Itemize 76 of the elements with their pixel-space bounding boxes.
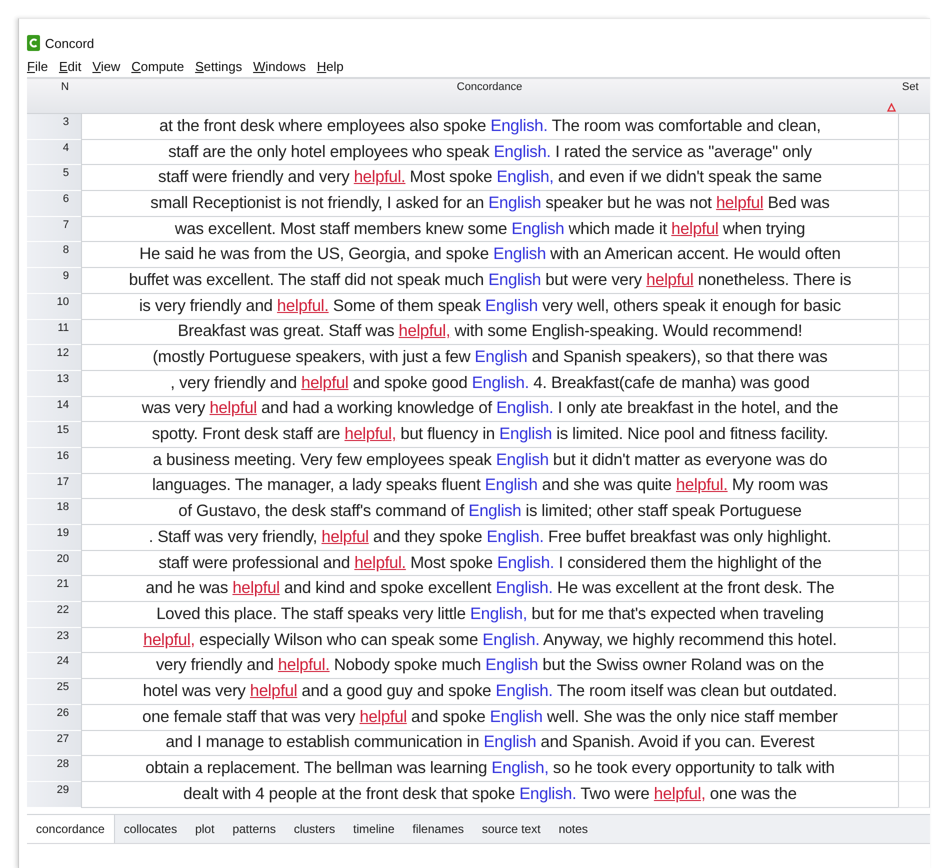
concordance-line: obtain a replacement. The bellman was learning English, so he took every opportunity to talk with bbox=[145, 759, 835, 778]
concordance-line: at the front desk where employees also spoke English. The room was comfortable and clean, bbox=[159, 116, 821, 136]
concordance-line: of Gustavo, the desk staff's command of English is limited; other staff speak Portuguese bbox=[178, 502, 802, 522]
concordance-line: one female staff that was very helpful and spoke English well. She was the only nice staff member bbox=[142, 708, 838, 727]
concordance-line: very friendly and helpful. Nobody spoke much English but the Swiss owner Roland was on the bbox=[156, 656, 824, 676]
menu-item[interactable]: View bbox=[92, 59, 120, 74]
menu-item[interactable]: Edit bbox=[58, 59, 82, 74]
concordance-line: and I manage to establish communication in English and Spanish. Avoid if you can. Everest bbox=[166, 733, 814, 752]
row-number: 23 bbox=[27, 628, 81, 654]
tab[interactable]: plot bbox=[186, 814, 224, 843]
concordance-line: helpful, especially Wilson who can speak some English. Anyway, we highly recommend this hotel. bbox=[143, 630, 837, 650]
window-title: Concord bbox=[45, 36, 94, 50]
row-number: 7 bbox=[27, 216, 81, 242]
sort-triangle-icon bbox=[887, 103, 896, 112]
tab[interactable]: clusters bbox=[284, 814, 344, 843]
row-number: 9 bbox=[27, 268, 81, 294]
concordance-line: . Staff was very friendly, helpful and they spoke English. Free buffet breakfast was only highlight. bbox=[148, 528, 832, 547]
concordance-line: is very friendly and helpful. Some of them speak English very well, others speak it enough for basic bbox=[139, 296, 841, 316]
concordance-line: was very helpful and had a working knowledge of English. I only ate breakfast in the hotel, and the bbox=[142, 399, 838, 418]
row-number: 21 bbox=[27, 576, 81, 602]
concordance-line: hotel was very helpful and a good guy and spoke English. The room itself was clean but outdated. bbox=[142, 682, 838, 701]
row-number: 3 bbox=[27, 114, 81, 140]
concordance-line: staff are the only hotel employees who speak English. I rated the service as "average" only bbox=[168, 142, 812, 162]
row-number: 4 bbox=[27, 140, 81, 166]
column-header[interactable]: Set bbox=[898, 79, 930, 113]
concordance-line: Loved this place. The staff speaks very little English, but for me that's expected when traveling bbox=[156, 604, 824, 624]
row-number: 16 bbox=[27, 448, 81, 474]
concordance-line: staff were friendly and very helpful. Most spoke English, and even if we didn't speak the same bbox=[158, 168, 822, 188]
row-number: 13 bbox=[27, 370, 81, 397]
row-number: 8 bbox=[27, 242, 81, 268]
tab[interactable]: patterns bbox=[223, 814, 285, 843]
row-number: 11 bbox=[27, 320, 81, 346]
row-number: 25 bbox=[27, 679, 81, 705]
concordance-line: and he was helpful and kind and spoke excellent English. He was excellent at the front desk. The bbox=[146, 579, 834, 598]
row-number: 20 bbox=[27, 550, 81, 576]
row-number: 18 bbox=[27, 499, 81, 525]
tab[interactable]: concordance bbox=[27, 814, 115, 843]
concordance-line: staff were professional and helpful. Most spoke English. I considered them the highlight of the bbox=[158, 554, 822, 573]
concordance-line: dealt with 4 people at the front desk that spoke English. Two were helpful, one was the bbox=[183, 784, 797, 804]
concordance-line: spotty. Front desk staff are helpful, but fluency in English is limited. Nice pool and fitness facility. bbox=[152, 425, 828, 444]
row-number: 29 bbox=[27, 782, 81, 808]
app-icon bbox=[27, 35, 40, 51]
row-number: 19 bbox=[27, 525, 81, 551]
concordance-line: buffet was excellent. The staff did not speak much English but were very helpful nonetheless. There is bbox=[128, 270, 852, 290]
concordance-line: was excellent. Most staff members knew some English which made it helpful when trying bbox=[174, 220, 806, 239]
column-header[interactable]: N bbox=[27, 79, 81, 113]
column-header[interactable]: Concordance bbox=[456, 81, 522, 93]
row-number: 15 bbox=[27, 422, 81, 448]
concordance-line: a business meeting. Very few employees speak English but it didn't matter as everyone was do bbox=[152, 450, 828, 470]
menu-item[interactable]: File bbox=[27, 59, 48, 74]
row-number: 5 bbox=[27, 165, 81, 192]
concordance-line: languages. The manager, a lady speaks fluent English and she was quite helpful. My room was bbox=[152, 476, 828, 496]
row-number: 12 bbox=[27, 345, 81, 371]
row-number: 27 bbox=[27, 730, 81, 756]
menu-item[interactable]: Windows bbox=[253, 59, 306, 74]
row-number: 6 bbox=[27, 191, 81, 217]
row-number: 22 bbox=[27, 602, 81, 628]
tab[interactable]: source text bbox=[472, 814, 550, 843]
row-number: 17 bbox=[27, 474, 81, 500]
row-number: 28 bbox=[27, 756, 81, 782]
tab[interactable]: notes bbox=[550, 814, 597, 843]
menu-item[interactable]: Settings bbox=[195, 59, 242, 74]
row-number: 24 bbox=[27, 653, 81, 680]
tab[interactable]: filenames bbox=[404, 814, 473, 843]
row-number: 14 bbox=[27, 396, 81, 422]
menu-item[interactable]: Compute bbox=[131, 59, 184, 74]
concordance-line: small Receptionist is not friendly, I asked for an English speaker but he was not helpful Bed was bbox=[150, 194, 830, 213]
concordance-line: (mostly Portuguese speakers, with just a few English and Spanish speakers), so that there was bbox=[152, 348, 828, 368]
concordance-line: , very friendly and helpful and spoke good English. 4. Breakfast(cafe de manha) was good bbox=[170, 374, 810, 393]
menu-item[interactable]: Help bbox=[316, 59, 344, 74]
row-number: 26 bbox=[27, 704, 81, 730]
row-number: 10 bbox=[27, 294, 81, 320]
concordance-line: He said he was from the US, Georgia, and spoke English with an American accent. He would often bbox=[139, 245, 841, 264]
tab[interactable]: timeline bbox=[344, 814, 404, 843]
tab[interactable]: collocates bbox=[114, 814, 186, 843]
concordance-line: Breakfast was great. Staff was helpful, with some English-speaking. Would recommend! bbox=[178, 322, 802, 342]
